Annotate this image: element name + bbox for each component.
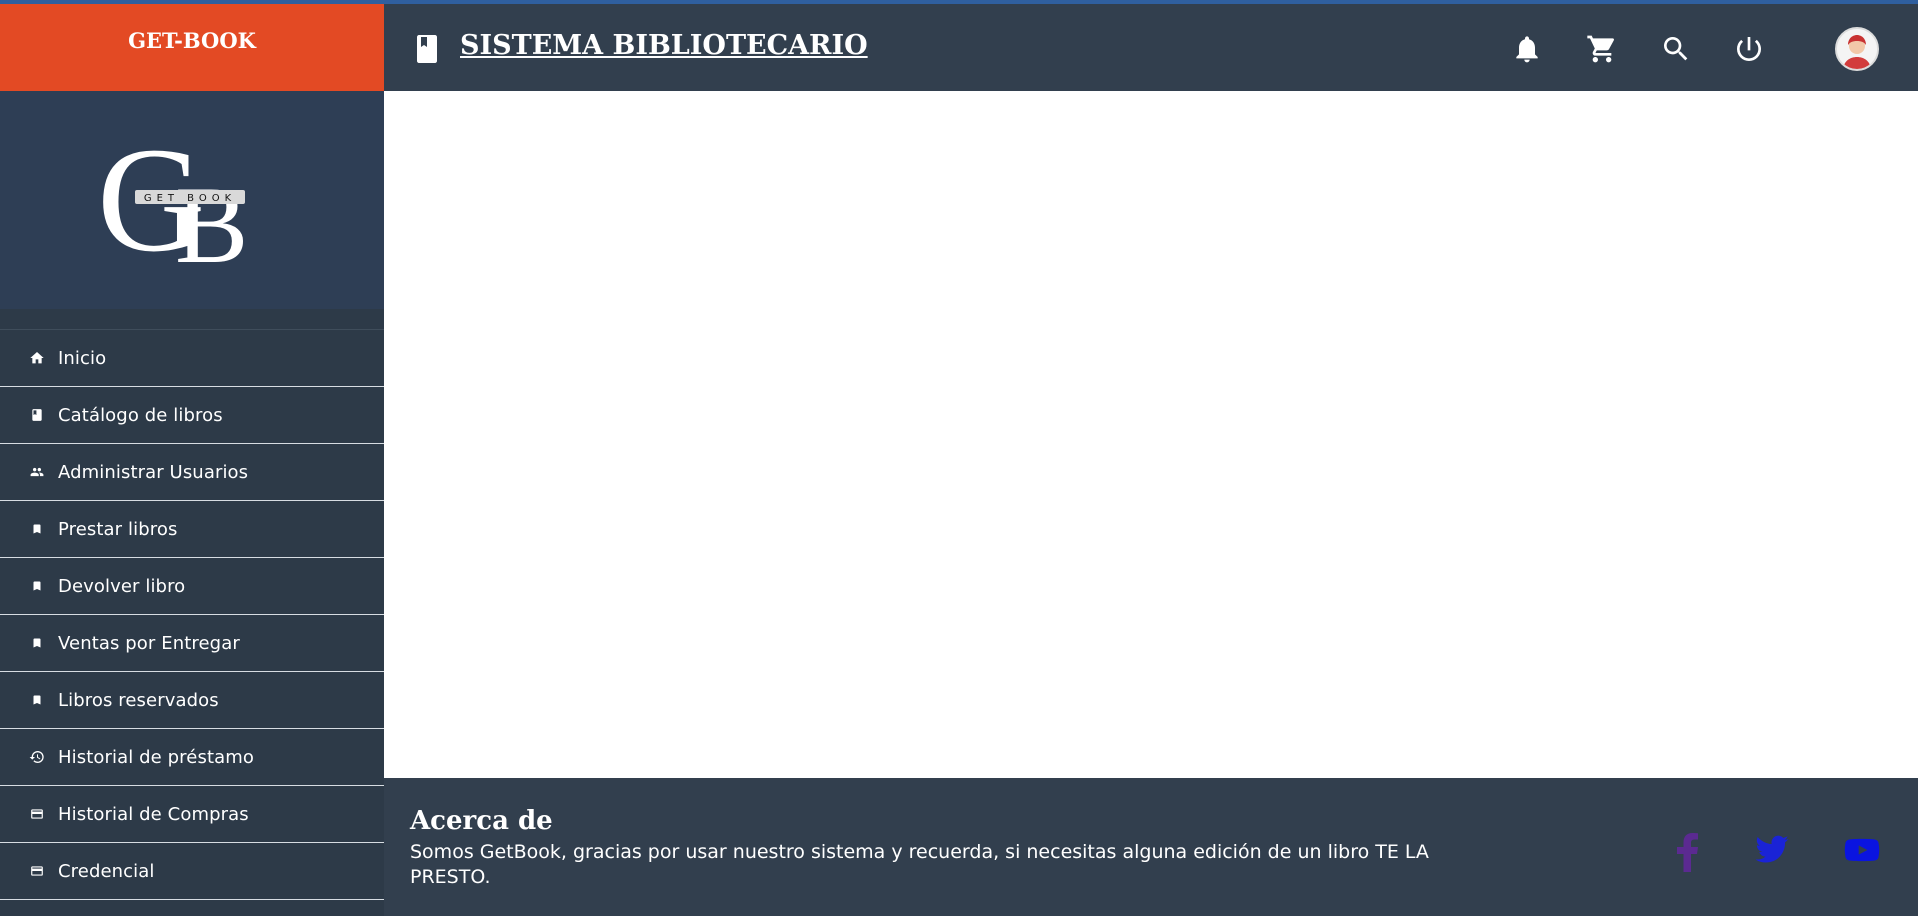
twitter-icon[interactable] (1754, 832, 1790, 868)
footer: Acerca de Somos GetBook, gracias por usa… (384, 778, 1918, 916)
facebook-icon[interactable] (1674, 832, 1700, 872)
sidebar-item-ventas[interactable]: Ventas por Entregar (0, 615, 384, 672)
sidebar-item-label: Credencial (58, 860, 155, 882)
bookmark-icon (28, 691, 46, 709)
brand-bar: GET-BOOK (0, 4, 384, 91)
history-icon (28, 748, 46, 766)
footer-title: Acerca de (410, 806, 553, 836)
home-icon (28, 349, 46, 367)
sidebar-item-historial-compras[interactable]: Historial de Compras (0, 786, 384, 843)
sidebar-item-devolver[interactable]: Devolver libro (0, 558, 384, 615)
sidebar-item-credencial[interactable]: Credencial (0, 843, 384, 900)
youtube-icon[interactable] (1843, 832, 1881, 868)
people-icon (28, 463, 46, 481)
bookmark-icon (28, 634, 46, 652)
sidebar-item-label: Historial de Compras (58, 803, 249, 825)
sidebar-item-label: Historial de préstamo (58, 746, 254, 768)
book-icon (417, 35, 437, 63)
bookmark-icon (28, 577, 46, 595)
main-content (384, 91, 1918, 778)
sidebar-item-inicio[interactable]: Inicio (0, 330, 384, 387)
logo-text: GET BOOK (144, 193, 236, 204)
sidebar: GET-BOOK G B GET BOOK Inicio Catálogo de… (0, 4, 384, 916)
avatar-icon (1837, 29, 1877, 69)
sidebar-item-label: Prestar libros (58, 518, 178, 540)
cart-icon[interactable] (1586, 33, 1618, 65)
sidebar-item-reservados[interactable]: Libros reservados (0, 672, 384, 729)
bell-icon[interactable] (1511, 33, 1543, 65)
bookmark-icon (28, 520, 46, 538)
sidebar-item-usuarios[interactable]: Administrar Usuarios (0, 444, 384, 501)
card-icon (28, 805, 46, 823)
card-icon (28, 862, 46, 880)
sidebar-item-catalogo[interactable]: Catálogo de libros (0, 387, 384, 444)
book-icon (28, 406, 46, 424)
sidebar-item-historial-prestamo[interactable]: Historial de préstamo (0, 729, 384, 786)
sidebar-item-label: Catálogo de libros (58, 404, 223, 426)
sidebar-item-label: Devolver libro (58, 575, 186, 597)
logo-area: G B GET BOOK (0, 91, 384, 309)
top-header: SISTEMA BIBLIOTECARIO (384, 4, 1918, 91)
sidebar-item-label: Ventas por Entregar (58, 632, 240, 654)
search-icon[interactable] (1660, 33, 1692, 65)
sidebar-item-prestar[interactable]: Prestar libros (0, 501, 384, 558)
sidebar-item-label: Libros reservados (58, 689, 219, 711)
footer-text: Somos GetBook, gracias por usar nuestro … (410, 841, 1429, 888)
power-icon[interactable] (1733, 33, 1765, 65)
user-avatar[interactable] (1835, 27, 1879, 71)
brand-title[interactable]: GET-BOOK (128, 28, 256, 53)
sidebar-item-label: Inicio (58, 347, 107, 369)
svg-text:B: B (175, 164, 248, 270)
getbook-logo: G B GET BOOK (97, 130, 248, 270)
sidebar-item-label: Administrar Usuarios (58, 461, 249, 483)
page-title[interactable]: SISTEMA BIBLIOTECARIO (460, 30, 868, 61)
sidebar-menu: Inicio Catálogo de libros Administrar Us… (0, 329, 384, 900)
